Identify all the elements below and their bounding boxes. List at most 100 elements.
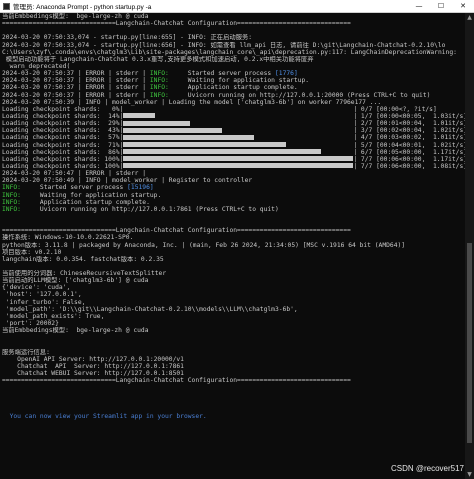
terminal-line: 2024-03-20 07:50:37 | ERROR | stderr | I…: [2, 84, 466, 91]
progress-label: Loading checkpoint shards: 100%|: [2, 162, 124, 170]
log-text: 当前Embbedings模型: bge-large-zh @ cuda: [2, 327, 149, 335]
window-title: 管理员: Anaconda Prompt - python startup.py…: [13, 4, 152, 11]
progress-line: Loading checkpoint shards: 43%| | 3/7 [00…: [2, 127, 466, 134]
progress-bar: [123, 156, 354, 162]
terminal-window: 管理员: Anaconda Prompt - python startup.py…: [0, 0, 474, 479]
progress-label: Loading checkpoint shards: 71%|: [2, 141, 124, 149]
log-text: ==============================Langchain-…: [2, 20, 351, 28]
log-text: 2024-03-20 07:50:33,074 - startup.py[lin…: [2, 34, 253, 42]
terminal-line: python版本: 3.11.8 | packaged by Anaconda,…: [2, 242, 466, 249]
log-message: Application startup complete.: [168, 84, 298, 92]
maximize-button[interactable]: ☐: [430, 0, 452, 12]
terminal-line: Chatchat API Server: http://127.0.0.1:78…: [2, 363, 466, 370]
log-text: 当前启动的LLM模型: ['chatglm3-6b'] @ cuda: [2, 277, 149, 285]
terminal-line: INFO: Application startup complete.: [2, 199, 466, 206]
progress-stats: | 6/7 [00:05<00:00, 1.17it/s]: [353, 148, 466, 156]
terminal-line: OpenAI API Server: http://127.0.0.1:2000…: [2, 356, 466, 363]
progress-bar: [123, 149, 322, 155]
vertical-scrollbar[interactable]: ▲ ▼: [465, 13, 474, 479]
progress-bar: [123, 120, 191, 126]
terminal-line: 当前启动的LLM模型: ['chatglm3-6b'] @ cuda: [2, 277, 466, 284]
terminal-line: ==============================Langchain-…: [2, 377, 466, 384]
scroll-down-arrow-icon[interactable]: ▼: [465, 470, 474, 479]
close-button[interactable]: ✕: [452, 0, 474, 12]
streamlit-message: You can now view your Streamlit app in y…: [2, 412, 207, 420]
log-text: 操作系统: Windows-10-10.0.22621-SP0.: [2, 234, 134, 242]
terminal-line: ==============================Langchain-…: [2, 227, 466, 234]
terminal-line: warn_deprecated(: [2, 63, 466, 70]
terminal-line: 2024-03-20 07:50:39 | INFO | model_worke…: [2, 99, 466, 106]
progress-bar: [123, 134, 255, 140]
log-text: 'model_path': 'D:\\git\\Langchain-Chatch…: [2, 305, 298, 313]
terminal-line: 2024-03-20 07:50:49 | INFO | model_worke…: [2, 177, 466, 184]
log-message: Started server process: [20, 184, 128, 192]
terminal-line: Chatchat WEBUI Server: http://127.0.0.1:…: [2, 370, 466, 377]
log-text: 'model_path_exists': True,: [2, 312, 105, 320]
progress-label: Loading checkpoint shards: 29%|: [2, 120, 124, 128]
log-text: 2024-03-20 07:50:37 | ERROR | stderr |: [2, 91, 150, 99]
progress-stats: | 5/7 [00:04<00:01, 1.02it/s]: [353, 141, 466, 149]
log-text: C:\Users\zyf\.conda\envs\chatglm3\Lib\si…: [2, 48, 457, 56]
log-text: langchain版本: 0.0.354. fastchat版本: 0.2.35: [2, 255, 164, 263]
progress-label: Loading checkpoint shards: 43%|: [2, 127, 124, 135]
info-tag: INFO:: [149, 91, 169, 99]
terminal-line: 'host': '127.0.0.1',: [2, 291, 466, 298]
terminal-line: INFO: Waiting for application startup.: [2, 192, 466, 199]
log-text: 2024-03-20 07:50:37 | ERROR | stderr |: [2, 77, 150, 85]
terminal-line: 'model_path': 'D:\\git\\Langchain-Chatch…: [2, 306, 466, 313]
terminal-output[interactable]: 当前Embbedings模型: bge-large-zh @ cuda =====…: [1, 13, 466, 479]
progress-stats: | 2/7 [00:01<00:04, 1.01it/s]: [353, 120, 466, 128]
terminal-line: {'device': 'cuda',: [2, 284, 466, 291]
progress-bar: [123, 142, 287, 148]
terminal-line: 服务端运行信息:: [2, 349, 466, 356]
process-id: [1776]: [274, 70, 298, 78]
progress-label: Loading checkpoint shards: 100%|: [2, 155, 124, 163]
terminal-line: 2024-03-20 07:50:37 | ERROR | stderr | I…: [2, 92, 466, 99]
terminal-line: 2024-03-20 07:50:33,074 - startup.py[lin…: [2, 34, 466, 41]
log-text: 2024-03-20 07:50:39 | INFO | model_worke…: [2, 98, 382, 106]
progress-line: Loading checkpoint shards: 57%| | 4/7 [00…: [2, 134, 466, 141]
terminal-line: 'model_path_exists': True,: [2, 313, 466, 320]
log-text: 当前使用的分词器: ChineseRecursiveTextSplitter: [2, 270, 167, 278]
terminal-line: 'port': 20002}: [2, 320, 466, 327]
terminal-line: 模型启动功能将于 Langchain-Chatchat 0.3.x重写,支持更多…: [2, 56, 466, 63]
progress-line: Loading checkpoint shards: 0%| | 0/7 [00:…: [2, 106, 466, 113]
csdn-watermark: CSDN @recover517: [390, 464, 464, 473]
log-text: 'port': 20002}: [2, 320, 59, 328]
log-text: 2024-03-20 07:50:37 | ERROR | stderr |: [2, 84, 150, 92]
log-message: Waiting for application startup.: [168, 77, 310, 85]
progress-label: Loading checkpoint shards: 57%|: [2, 134, 124, 142]
progress-label: Loading checkpoint shards: 0%|: [2, 105, 124, 113]
terminal-line: ==============================Langchain-…: [2, 20, 466, 27]
info-tag: INFO:: [2, 184, 21, 192]
info-tag: INFO:: [2, 205, 21, 213]
log-message: Uvicorn running on http://127.0.0.1:2000…: [168, 91, 431, 99]
scroll-up-arrow-icon[interactable]: ▲: [465, 13, 474, 22]
terminal-line: langchain版本: 0.0.354. fastchat版本: 0.2.35: [2, 256, 466, 263]
terminal-line: INFO: Uvicorn running on http://127.0.0.…: [2, 206, 466, 213]
progress-stats: | 3/7 [00:02<00:04, 1.02it/s]: [353, 127, 466, 135]
log-text: 2024-03-20 07:50:47 | ERROR | stderr |: [2, 170, 147, 178]
progress-stats: | 7/7 [00:06<00:00, 1.08it/s]: [353, 162, 466, 170]
log-text: 项目版本: v0.2.10: [2, 248, 62, 256]
title-bar[interactable]: 管理员: Anaconda Prompt - python startup.py…: [0, 0, 474, 13]
info-tag: INFO:: [149, 77, 169, 85]
log-text: 当前Embbedings模型: bge-large-zh @ cuda: [2, 13, 149, 20]
terminal-line: You can now view your Streamlit app in y…: [2, 413, 466, 420]
terminal-line: 当前Embbedings模型: bge-large-zh @ cuda: [2, 13, 466, 20]
info-tag: INFO:: [149, 70, 169, 78]
terminal-line: 2024-03-20 07:50:37 | ERROR | stderr | I…: [2, 77, 466, 84]
minimize-button[interactable]: —: [408, 0, 430, 12]
log-text: ==============================Langchain-…: [2, 227, 351, 235]
log-text: 模型启动功能将于 Langchain-Chatchat 0.3.x重写,支持更多…: [2, 55, 314, 63]
log-text: 服务端运行信息:: [2, 348, 50, 356]
progress-line: Loading checkpoint shards: 100%| | 7/7 [0…: [2, 163, 466, 170]
info-tag: INFO:: [149, 84, 169, 92]
scrollbar-thumb[interactable]: [467, 243, 472, 443]
